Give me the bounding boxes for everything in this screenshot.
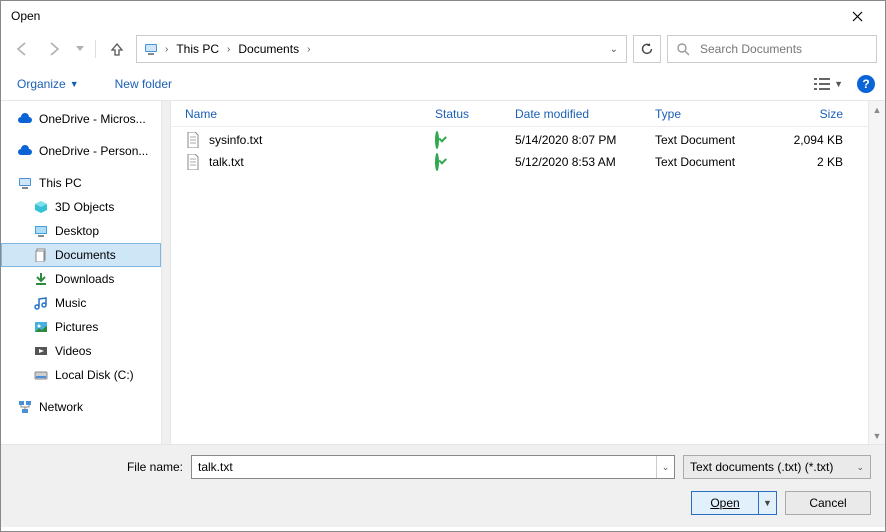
nav-tree[interactable]: OneDrive - Micros... OneDrive - Person..… [1,101,161,444]
file-list: Name Status Date modified Type Size sysi… [171,101,885,444]
search-input[interactable] [698,41,868,57]
cloud-icon [17,143,33,159]
window-title: Open [9,9,837,23]
col-name[interactable]: Name [179,107,429,121]
filename-dropdown-button[interactable]: ⌄ [656,456,674,478]
filename-combo[interactable]: ⌄ [191,455,675,479]
scroll-up-icon[interactable]: ▲ [869,101,885,118]
new-folder-button[interactable]: New folder [109,74,178,94]
chevron-down-icon: ⌄ [856,462,864,473]
tree-videos[interactable]: Videos [1,339,161,363]
pc-icon [17,175,33,191]
download-icon [33,271,49,287]
tree-documents[interactable]: Documents [1,243,161,267]
nav-row: › This PC › Documents › ⌄ [1,31,885,67]
tree-desktop[interactable]: Desktop [1,219,161,243]
search-box[interactable] [667,35,877,63]
refresh-button[interactable] [633,35,661,63]
filetype-filter[interactable]: Text documents (.txt) (*.txt) ⌄ [683,455,871,479]
filename-label: File name: [15,460,183,474]
col-date[interactable]: Date modified [509,107,649,121]
search-icon [676,42,690,56]
tree-downloads[interactable]: Downloads [1,267,161,291]
cancel-button[interactable]: Cancel [785,491,871,515]
vertical-scrollbar[interactable]: ▲ ▼ [868,101,885,444]
tree-pictures[interactable]: Pictures [1,315,161,339]
address-bar[interactable]: › This PC › Documents › ⌄ [136,35,627,63]
chevron-right-icon[interactable]: › [227,44,230,55]
up-button[interactable] [104,36,130,62]
tree-music[interactable]: Music [1,291,161,315]
documents-icon [33,247,49,263]
cube-icon [33,199,49,215]
network-icon [17,399,33,415]
col-type[interactable]: Type [649,107,769,121]
status-ok-icon [435,153,439,171]
pc-icon [143,41,159,57]
text-file-icon [185,154,201,170]
cloud-icon [17,111,33,127]
disk-icon [33,367,49,383]
status-ok-icon [435,131,439,149]
help-button[interactable]: ? [857,75,875,93]
tree-local-disk[interactable]: Local Disk (C:) [1,363,161,387]
splitter[interactable] [161,101,171,444]
tree-onedrive-personal[interactable]: OneDrive - Person... [1,139,161,163]
text-file-icon [185,132,201,148]
chevron-down-icon: ▼ [70,79,79,89]
file-row[interactable]: sysinfo.txt 5/14/2020 8:07 PM Text Docum… [171,129,885,151]
forward-button[interactable] [41,36,67,62]
open-button[interactable]: Open ▼ [691,491,777,515]
tree-this-pc[interactable]: This PC [1,171,161,195]
body: OneDrive - Micros... OneDrive - Person..… [1,101,885,444]
open-dropdown-button[interactable]: ▼ [758,492,776,514]
breadcrumb-documents[interactable]: Documents [236,42,301,56]
separator [95,40,96,58]
title-bar: Open [1,1,885,31]
column-headers[interactable]: Name Status Date modified Type Size [171,101,885,127]
chevron-down-icon: ▼ [834,79,843,89]
tree-network[interactable]: Network [1,395,161,419]
tree-onedrive-ms[interactable]: OneDrive - Micros... [1,107,161,131]
desktop-icon [33,223,49,239]
recent-locations-button[interactable] [73,36,87,62]
organize-button[interactable]: Organize ▼ [11,74,85,94]
chevron-right-icon[interactable]: › [165,44,168,55]
tree-3d-objects[interactable]: 3D Objects [1,195,161,219]
address-history-button[interactable]: ⌄ [606,44,622,55]
videos-icon [33,343,49,359]
breadcrumb-thispc[interactable]: This PC [174,42,221,56]
footer: File name: ⌄ Text documents (.txt) (*.tx… [1,444,885,527]
col-status[interactable]: Status [429,107,509,121]
file-row[interactable]: talk.txt 5/12/2020 8:53 AM Text Document… [171,151,885,173]
close-button[interactable] [837,2,877,30]
filename-input[interactable] [192,456,656,478]
scroll-down-icon[interactable]: ▼ [869,427,885,444]
view-options-button[interactable]: ▼ [810,74,847,94]
col-size[interactable]: Size [769,107,849,121]
pictures-icon [33,319,49,335]
back-button[interactable] [9,36,35,62]
music-icon [33,295,49,311]
toolbar: Organize ▼ New folder ▼ ? [1,67,885,101]
chevron-right-icon[interactable]: › [307,44,310,55]
